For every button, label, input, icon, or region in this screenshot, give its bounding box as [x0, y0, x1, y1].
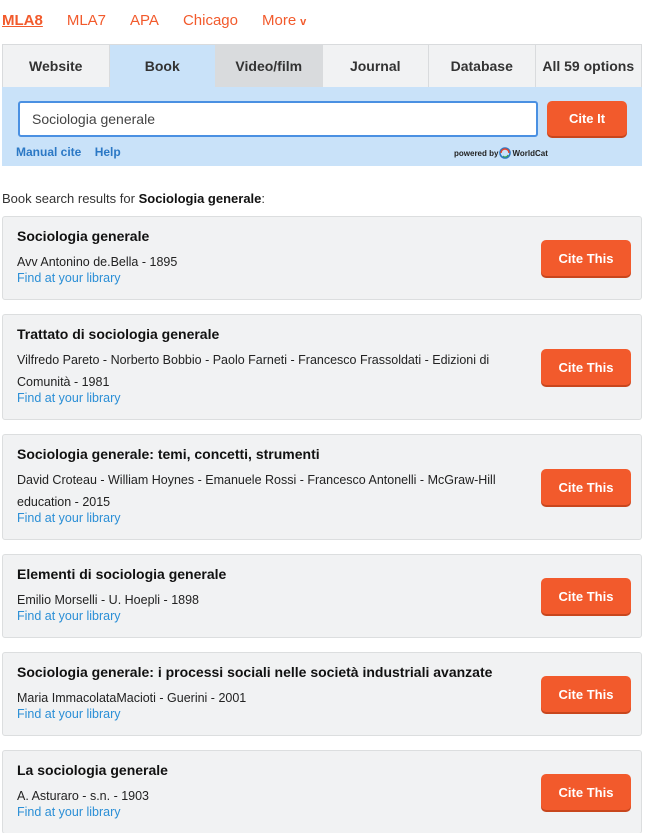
worldcat-globe-icon	[499, 147, 512, 159]
style-more-label: More	[261, 11, 297, 29]
result-card: Sociologia generale Avv Antonino de.Bell…	[2, 216, 642, 300]
find-at-library-link[interactable]: Find at your library	[17, 391, 121, 405]
tab-website[interactable]: Website	[3, 45, 110, 87]
style-more[interactable]: More v	[262, 12, 306, 29]
cite-this-button[interactable]: Cite This	[541, 469, 631, 505]
help-link[interactable]: Help	[95, 145, 121, 159]
tab-database[interactable]: Database	[429, 45, 536, 87]
result-title: La sociologia generale	[17, 762, 168, 778]
cite-this-button[interactable]: Cite This	[541, 349, 631, 385]
powered-by-worldcat: powered by WorldCat	[454, 147, 548, 159]
cite-this-button[interactable]: Cite This	[541, 578, 631, 614]
result-card: Trattato di sociologia generale Vilfredo…	[2, 314, 642, 420]
result-authors: Avv Antonino de.Bella - 1895	[17, 255, 178, 269]
result-authors: A. Asturaro - s.n. - 1903	[17, 789, 150, 803]
result-card: Sociologia generale: temi, concetti, str…	[2, 434, 642, 540]
manual-cite-link[interactable]: Manual cite	[16, 145, 81, 159]
result-title: Sociologia generale: i processi sociali …	[17, 664, 493, 680]
find-at-library-link[interactable]: Find at your library	[17, 805, 121, 819]
tab-all-options[interactable]: All 59 options	[535, 45, 641, 87]
result-title: Elementi di sociologia generale	[17, 566, 227, 582]
cite-this-button[interactable]: Cite This	[541, 240, 631, 276]
find-at-library-link[interactable]: Find at your library	[17, 271, 121, 285]
result-card: La sociologia generale A. Asturaro - s.n…	[2, 750, 642, 833]
results-prefix: Book search results for	[2, 191, 135, 206]
powered-by-label: powered by	[454, 148, 499, 158]
style-chicago[interactable]: Chicago	[183, 12, 238, 29]
result-card: Sociologia generale: i processi sociali …	[2, 652, 642, 736]
style-mla7[interactable]: MLA7	[67, 12, 106, 29]
search-panel: Cite It Manual cite Help powered by Worl…	[2, 87, 642, 166]
find-at-library-link[interactable]: Find at your library	[17, 511, 121, 525]
tab-video-film[interactable]: Video/film	[216, 45, 323, 87]
result-authors: David Croteau - William Hoynes - Emanuel…	[17, 473, 496, 509]
citation-style-nav: MLA8 MLA7 APA Chicago More v	[2, 10, 330, 30]
style-apa[interactable]: APA	[130, 12, 159, 29]
find-at-library-link[interactable]: Find at your library	[17, 707, 121, 721]
chevron-down-icon: v	[300, 15, 307, 28]
find-at-library-link[interactable]: Find at your library	[17, 609, 121, 623]
result-title: Trattato di sociologia generale	[17, 326, 220, 342]
result-authors: Vilfredo Pareto - Norberto Bobbio - Paol…	[17, 353, 490, 389]
tab-journal[interactable]: Journal	[322, 45, 429, 87]
cite-it-button[interactable]: Cite It	[547, 101, 627, 136]
result-title: Sociologia generale	[17, 228, 150, 244]
source-type-tabs: Website Book Video/film Journal Database…	[2, 44, 642, 87]
results-suffix: :	[261, 191, 266, 206]
search-links: Manual cite Help	[16, 145, 131, 159]
style-mla8[interactable]: MLA8	[2, 12, 43, 29]
search-input[interactable]	[18, 101, 538, 137]
cite-this-button[interactable]: Cite This	[541, 774, 631, 810]
result-authors: Emilio Morselli - U. Hoepli - 1898	[17, 593, 200, 607]
cite-this-button[interactable]: Cite This	[541, 676, 631, 712]
result-card: Elementi di sociologia generale Emilio M…	[2, 554, 642, 638]
results-query: Sociologia generale	[138, 191, 262, 206]
result-title: Sociologia generale: temi, concetti, str…	[17, 446, 320, 462]
results-heading: Book search results for Sociologia gener…	[2, 191, 265, 206]
worldcat-brand: WorldCat	[512, 148, 548, 158]
tab-book[interactable]: Book	[109, 45, 216, 87]
result-authors: Maria ImmacolataMacioti - Guerini - 2001	[17, 691, 247, 705]
